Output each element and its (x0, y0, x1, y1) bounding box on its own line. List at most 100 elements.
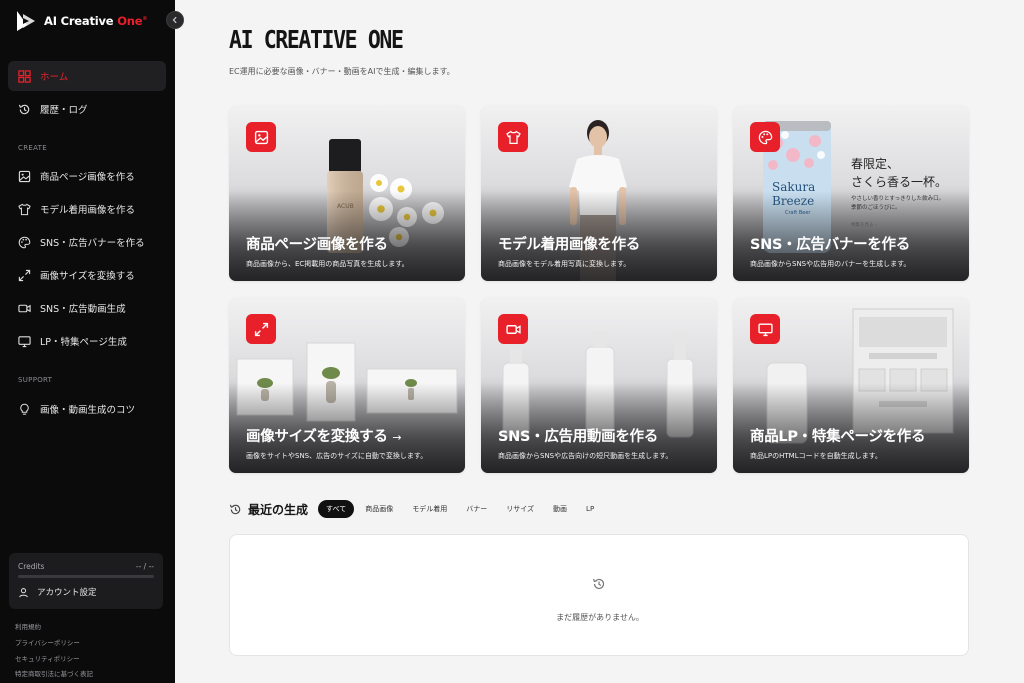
credits-panel: Credits -- / -- アカウント設定 (9, 553, 163, 609)
image-icon (18, 170, 31, 182)
sidebar-item-home[interactable]: ホーム (8, 61, 166, 91)
history-icon (18, 104, 30, 114)
history-icon (229, 504, 241, 514)
sidebar-item-product-image[interactable]: 商品ページ画像を作る (8, 161, 166, 191)
sidebar-item-resize[interactable]: 画像サイズを変換する (8, 260, 166, 290)
history-icon (592, 578, 605, 590)
card-lp[interactable]: 商品LP・特集ページを作る 商品LPのHTMLコードを自動生成します。 (733, 297, 969, 473)
banner-small-link: 特集を見る › (851, 223, 877, 228)
image-icon (254, 130, 268, 144)
footer-link-privacy[interactable]: プライバシーポリシー (15, 637, 80, 647)
can-label-line3: Craft Beer (785, 210, 811, 216)
section-label-create: CREATE (18, 144, 47, 152)
bottle-label: ACUB (337, 203, 354, 210)
sidebar-item-label: SNS・広告動画生成 (40, 304, 126, 315)
card-sns-video[interactable]: SNS・広告用動画を作る 商品画像からSNSや広告向けの短尺動画を生成します。 (481, 297, 717, 473)
card-desc: 商品画像をモデル着用写真に変換します。 (498, 260, 631, 268)
card-desc: 画像をサイトやSNS、広告のサイズに自動で変換します。 (246, 452, 428, 460)
sidebar-item-label: 商品ページ画像を作る (40, 172, 135, 183)
card-desc: 商品画像から、EC掲載用の商品写真を生成します。 (246, 260, 409, 268)
sidebar-item-model-image[interactable]: モデル着用画像を作る (8, 194, 166, 224)
sidebar-item-sns-banner[interactable]: SNS・広告バナーを作る (8, 227, 166, 257)
card-badge (498, 122, 528, 152)
card-product-image[interactable]: ACUB 商品ページ画像を作る 商品画像から、EC掲載用の商品写真を生成します。 (229, 105, 465, 281)
expand-icon (254, 322, 268, 336)
empty-state-text: まだ履歴がありません。 (556, 613, 644, 622)
sidebar-item-lp[interactable]: LP・特集ページ生成 (8, 326, 166, 356)
tshirt-icon (18, 203, 31, 215)
monitor-icon (757, 322, 773, 336)
footer-link-security[interactable]: セキュリティポリシー (15, 653, 80, 663)
recent-title: 最近の生成 (248, 502, 309, 517)
card-badge (246, 314, 276, 344)
can-label-line2: Breeze (772, 194, 815, 208)
sidebar-item-label: 画像サイズを変換する (40, 271, 135, 282)
credits-value: -- / -- (135, 562, 154, 571)
filter-model[interactable]: モデル着用 (404, 500, 455, 518)
filter-banner[interactable]: バナー (458, 500, 495, 518)
filter-video[interactable]: 動画 (545, 500, 575, 518)
page-subtitle: EC運用に必要な画像・バナー・動画をAIで生成・編集します。 (229, 67, 455, 76)
chevron-left-icon (172, 16, 177, 24)
banner-headline-1: 春限定、 (851, 157, 900, 171)
sidebar: AI Creative One® ホーム 履歴・ログ CREATE 商品ページ画… (0, 0, 175, 683)
banner-headline-2: さくら香る一杯。 (851, 175, 948, 189)
sidebar-item-label: SNS・広告バナーを作る (40, 238, 145, 249)
brand-logo-icon (14, 9, 38, 33)
filter-resize[interactable]: リサイズ (498, 500, 542, 518)
credits-label: Credits (18, 562, 45, 571)
card-resize[interactable]: 画像サイズを変換する → 画像をサイトやSNS、広告のサイズに自動で変換します。 (229, 297, 465, 473)
page-title: AI CREATIVE ONE (229, 25, 404, 54)
video-icon (18, 304, 31, 312)
sidebar-item-history[interactable]: 履歴・ログ (8, 94, 166, 124)
card-title: SNS・広告バナーを作る (750, 237, 910, 253)
can-label-line1: Sakura (772, 180, 816, 194)
credits-bar (18, 575, 154, 578)
expand-icon (18, 269, 31, 281)
lightbulb-icon (20, 403, 29, 415)
card-title: 商品ページ画像を作る (246, 237, 388, 253)
banner-body-1: やさしい香りとすっきりした飲み口。 (851, 196, 945, 202)
sidebar-item-label: LP・特集ページ生成 (40, 337, 127, 348)
video-icon (505, 324, 521, 334)
card-badge (750, 122, 780, 152)
card-model-image[interactable]: モデル着用画像を作る 商品画像をモデル着用写真に変換します。 (481, 105, 717, 281)
account-settings-label: アカウント設定 (37, 588, 97, 598)
card-badge (246, 122, 276, 152)
filter-product[interactable]: 商品画像 (357, 500, 401, 518)
card-desc: 商品LPのHTMLコードを自動生成します。 (750, 452, 882, 460)
account-settings-link[interactable]: アカウント設定 (18, 586, 97, 598)
footer-link-terms[interactable]: 利用規約 (15, 621, 41, 631)
sidebar-item-label: 画像・動画生成のコツ (40, 405, 136, 416)
brand[interactable]: AI Creative One® (14, 8, 147, 34)
brand-name: AI Creative One® (44, 14, 148, 28)
card-title: 商品LP・特集ページを作る (750, 429, 926, 445)
sidebar-item-label: モデル着用画像を作る (40, 205, 136, 216)
card-badge (498, 314, 528, 344)
card-title: SNS・広告用動画を作る (498, 429, 658, 445)
palette-icon (758, 130, 772, 144)
section-label-support: SUPPORT (18, 376, 53, 384)
card-desc: 商品画像からSNSや広告用のバナーを生成します。 (750, 260, 911, 268)
card-title: 画像サイズを変換する → (246, 429, 402, 445)
recent-panel: まだ履歴がありません。 (229, 534, 969, 656)
palette-icon (18, 236, 31, 248)
card-title: モデル着用画像を作る (498, 237, 640, 253)
card-sns-banner[interactable]: Sakura Breeze Craft Beer 春限定、 さくら香る一杯。 や… (733, 105, 969, 281)
sidebar-item-label: ホーム (40, 72, 69, 83)
dashboard-icon (18, 69, 31, 83)
sidebar-item-tips[interactable]: 画像・動画生成のコツ (8, 394, 166, 424)
filter-all[interactable]: すべて (318, 500, 355, 518)
sidebar-item-sns-video[interactable]: SNS・広告動画生成 (8, 293, 166, 323)
arrow-right-icon: → (392, 431, 402, 444)
sidebar-collapse-button[interactable] (166, 11, 184, 29)
tshirt-icon (505, 130, 521, 144)
filter-lp[interactable]: LP (578, 501, 602, 517)
card-desc: 商品画像からSNSや広告向けの短尺動画を生成します。 (498, 452, 673, 460)
recent-header: 最近の生成 すべて 商品画像 モデル着用 バナー リサイズ 動画 LP (229, 499, 605, 519)
user-icon (19, 587, 28, 597)
footer-link-legal[interactable]: 特定商取引法に基づく表記 (15, 668, 93, 678)
monitor-icon (18, 335, 31, 347)
sidebar-item-label: 履歴・ログ (40, 105, 88, 116)
banner-body-2: 季節のごほうびに。 (851, 205, 901, 211)
